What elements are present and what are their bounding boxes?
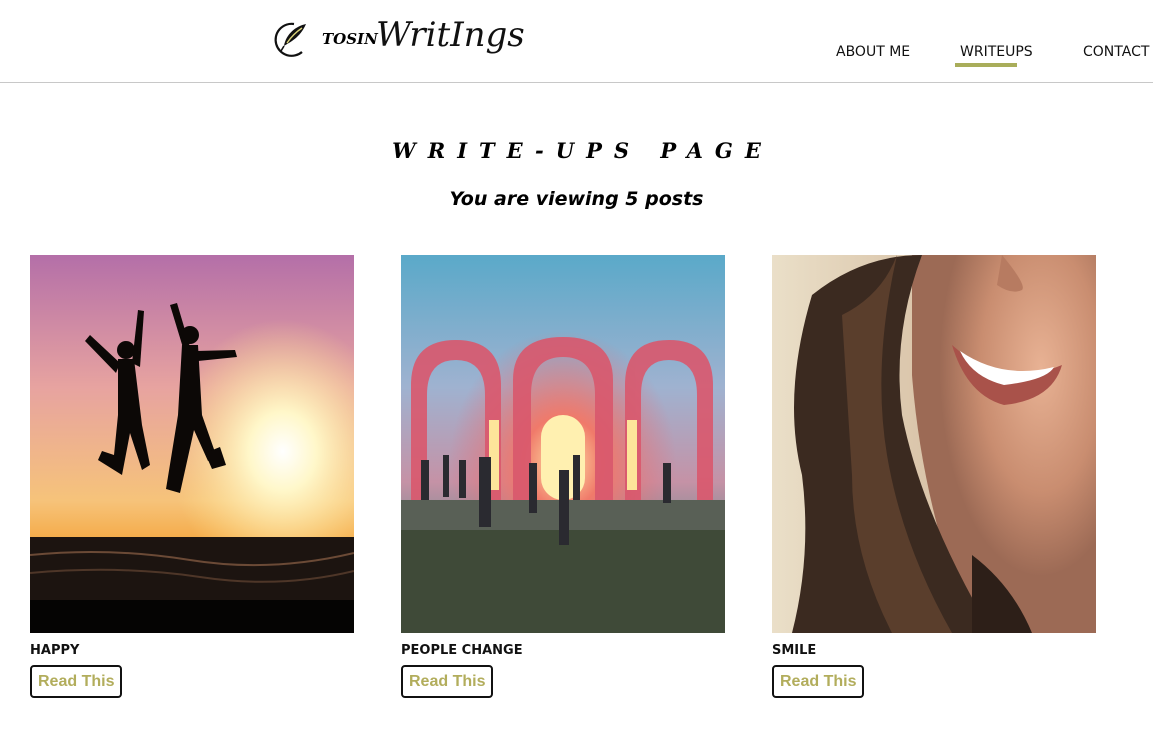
post-title: HAPPY — [30, 643, 80, 658]
post-image-smile[interactable] — [772, 255, 1096, 633]
site-header: TOSIN WritIngs ABOUT ME WRITEUPS CONTACT — [0, 0, 1153, 83]
read-this-button[interactable]: Read This — [30, 665, 123, 698]
nav-writeups[interactable]: WRITEUPS — [960, 44, 1033, 60]
post-card-happy: HAPPY Read This — [30, 255, 354, 698]
posts-count-text: You are viewing 5 posts — [449, 188, 704, 210]
read-this-button[interactable]: Read This — [401, 665, 494, 698]
nav-contact[interactable]: CONTACT — [1083, 44, 1149, 60]
post-image-people-change[interactable] — [401, 255, 725, 633]
nav-active-indicator — [955, 63, 1017, 67]
read-this-button[interactable]: Read This — [772, 665, 865, 698]
post-title: PEOPLE CHANGE — [401, 643, 523, 658]
post-card-smile: SMILE Read This — [772, 255, 1096, 698]
post-title: SMILE — [772, 643, 817, 658]
main-nav: ABOUT ME WRITEUPS CONTACT — [0, 44, 1153, 74]
nav-about-me[interactable]: ABOUT ME — [836, 44, 910, 60]
post-image-happy[interactable] — [30, 255, 354, 633]
post-card-people-change: PEOPLE CHANGE Read This — [401, 255, 725, 698]
page-title: WRITE-UPS PAGE — [392, 138, 773, 163]
